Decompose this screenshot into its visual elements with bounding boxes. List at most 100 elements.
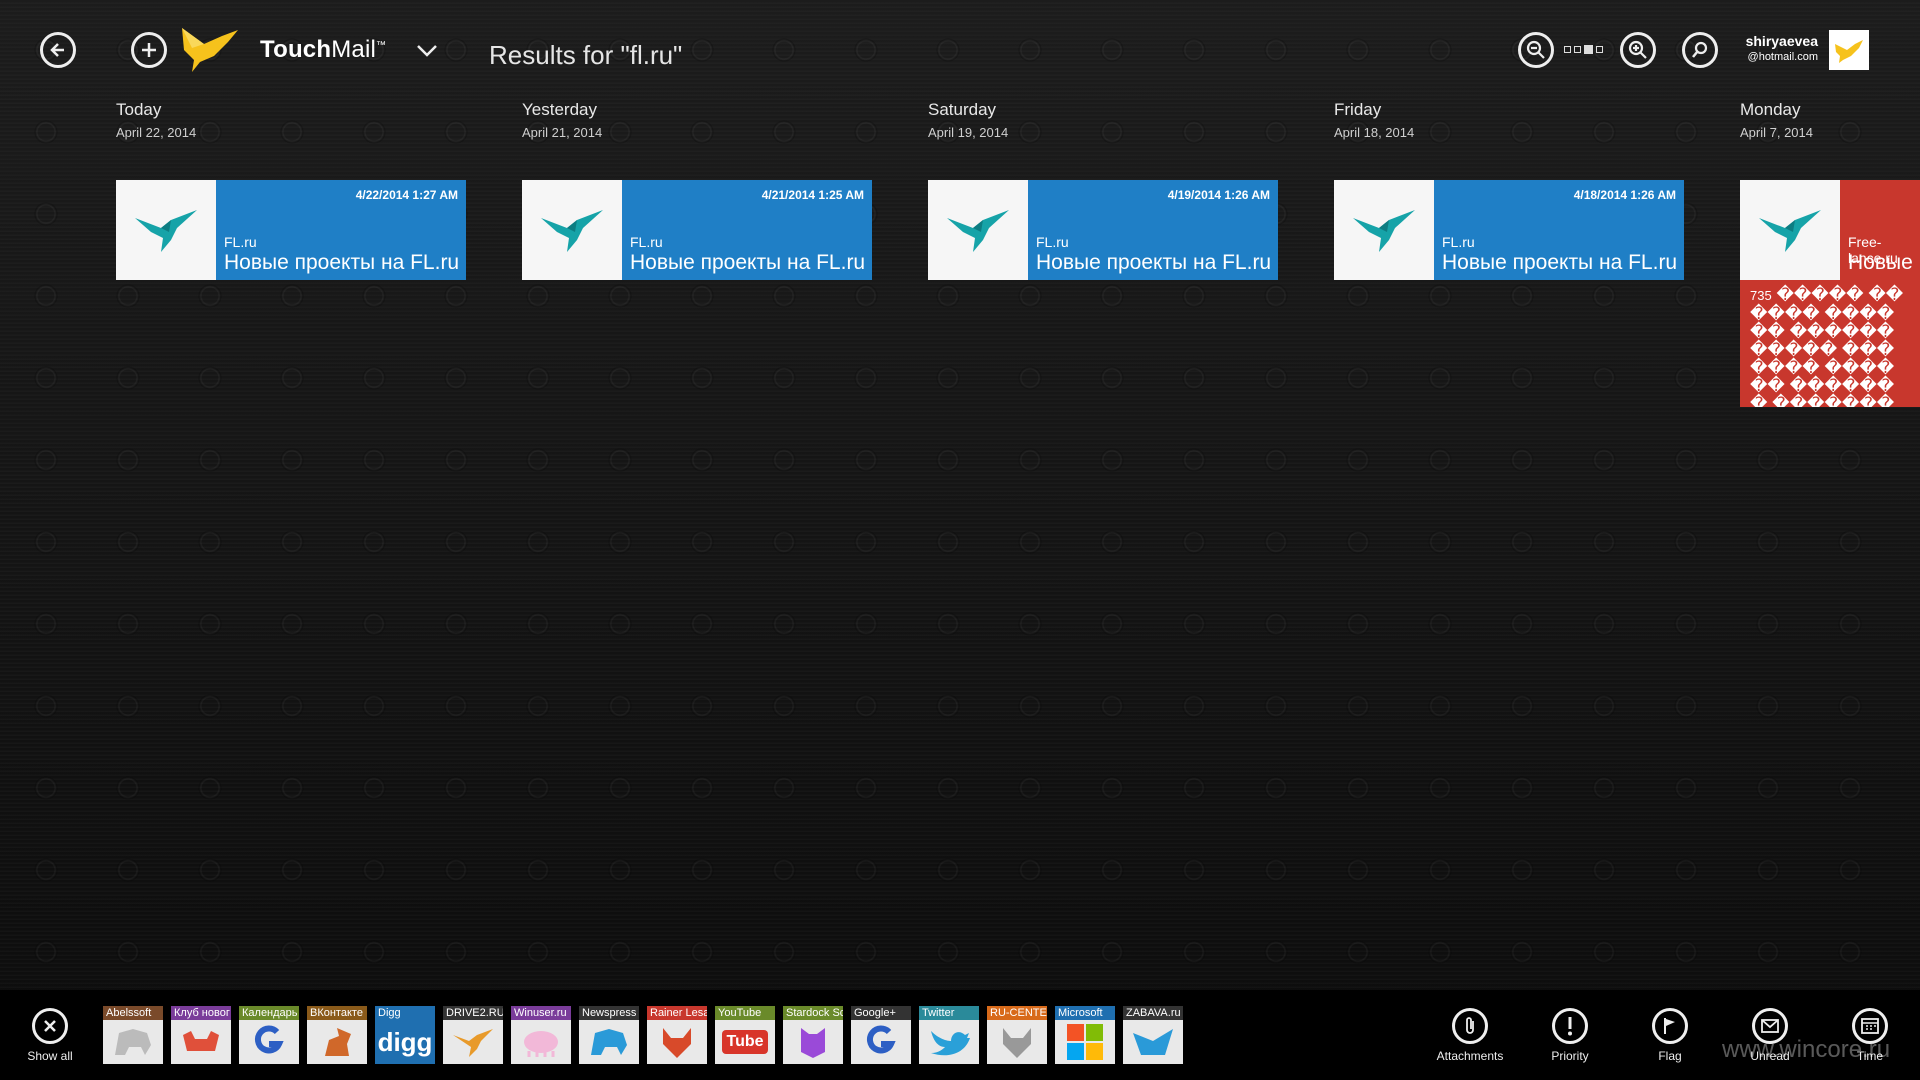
- folder-tile[interactable]: Twitter: [919, 1006, 979, 1064]
- avatar[interactable]: [1829, 30, 1869, 70]
- message-sender: FL.ru: [1442, 234, 1475, 250]
- show-all-button[interactable]: Show all: [10, 1008, 90, 1063]
- hummingbird-icon: [1353, 210, 1415, 252]
- sender-thumbnail: [522, 180, 622, 280]
- folder-tile[interactable]: Winuser.ru: [511, 1006, 571, 1064]
- message-tile[interactable]: 4/21/2014 1:25 AM FL.ru Новые проекты на…: [522, 180, 872, 280]
- account-dropdown-button[interactable]: [416, 44, 438, 63]
- day-name: Yesterday: [522, 100, 597, 119]
- elephant-icon: [579, 1020, 639, 1064]
- message-subject: Новые проекты на FL.ru: [224, 251, 460, 274]
- folder-tile[interactable]: Stardock Sc: [783, 1006, 843, 1064]
- folder-tile[interactable]: Клуб новог: [171, 1006, 231, 1064]
- folder-tile[interactable]: YouTube Tube: [715, 1006, 775, 1064]
- day-column: Saturday April 19, 2014 4/19/2014 1:26 A…: [928, 100, 1278, 280]
- flag-label: Flag: [1658, 1049, 1682, 1063]
- hummingbird-icon: [1759, 210, 1821, 252]
- elephant-icon: [103, 1020, 163, 1064]
- message-preview[interactable]: 735 ����� ������ ������ ����������� ����…: [1740, 280, 1920, 407]
- day-date: April 22, 2014: [116, 125, 197, 140]
- folder-tile[interactable]: RU-CENTER: [987, 1006, 1047, 1064]
- zoom-dot-active: [1584, 45, 1593, 54]
- user-email: @hotmail.com: [1747, 51, 1818, 63]
- hummingbird-icon: [135, 210, 197, 252]
- page-title: Results for "fl.ru": [489, 40, 683, 70]
- message-tile[interactable]: 4/22/2014 1:27 AM FL.ru Новые проекты на…: [116, 180, 466, 280]
- squirrel-icon: [307, 1020, 367, 1064]
- zoom-out-button[interactable]: [1518, 32, 1554, 68]
- zoom-in-icon: [1628, 40, 1647, 59]
- folder-tile[interactable]: ВКонтакте: [307, 1006, 367, 1064]
- day-name: Friday: [1334, 100, 1382, 119]
- folder-tile[interactable]: DRIVE2.RU: [443, 1006, 503, 1064]
- folder-label: ВКонтакте: [307, 1006, 367, 1020]
- user-name: shiryaevea: [1745, 33, 1818, 49]
- folder-tile[interactable]: Newspress: [579, 1006, 639, 1064]
- youtube-icon: Tube: [715, 1020, 775, 1064]
- day-column: Yesterday April 21, 2014 4/21/2014 1:25 …: [522, 100, 872, 280]
- zoom-dot: [1596, 46, 1603, 53]
- message-tile[interactable]: 4/19/2014 1:26 AM FL.ru Новые проекты на…: [928, 180, 1278, 280]
- search-button[interactable]: [1682, 32, 1718, 68]
- touchmail-logo-icon: [178, 22, 240, 79]
- folder-tile[interactable]: Google+: [851, 1006, 911, 1064]
- folder-label: Abelssoft: [103, 1006, 163, 1020]
- back-arrow-icon: [50, 43, 64, 57]
- hummingbird-icon: [541, 210, 603, 252]
- sender-thumbnail: [928, 180, 1028, 280]
- message-tile[interactable]: 4/18/2014 1:26 AM FL.ru Новые проекты на…: [1334, 180, 1684, 280]
- folder-tile[interactable]: Rainer Lesa: [647, 1006, 707, 1064]
- message-time: 4/19/2014 1:26 AM: [1167, 188, 1270, 202]
- attachments-button[interactable]: Attachments: [1430, 1008, 1510, 1063]
- message-sender: FL.ru: [1036, 234, 1069, 250]
- close-icon: [32, 1008, 68, 1044]
- message-time: 4/21/2014 1:25 AM: [761, 188, 864, 202]
- message-tile[interactable]: Free-lance.ru Новые: [1740, 180, 1920, 280]
- pig-icon: [511, 1020, 571, 1064]
- exclamation-icon: [1552, 1008, 1588, 1044]
- folder-tile[interactable]: Abelssoft: [103, 1006, 163, 1064]
- plus-icon: [142, 43, 156, 57]
- folder-tile[interactable]: Digg digg: [375, 1006, 435, 1064]
- message-time: 4/18/2014 1:26 AM: [1573, 188, 1676, 202]
- compose-button[interactable]: [131, 32, 167, 68]
- priority-button[interactable]: Priority: [1530, 1008, 1610, 1063]
- message-sender: FL.ru: [224, 234, 257, 250]
- flag-button[interactable]: Flag: [1630, 1008, 1710, 1063]
- folder-label: Stardock Sc: [783, 1006, 843, 1020]
- zoom-out-icon: [1526, 40, 1545, 59]
- folder-label: Календарь: [239, 1006, 299, 1020]
- day-date: April 19, 2014: [928, 125, 1009, 140]
- priority-label: Priority: [1551, 1049, 1589, 1063]
- zoom-dot: [1564, 46, 1571, 53]
- folder-label: Digg: [375, 1006, 435, 1020]
- zoom-in-button[interactable]: [1620, 32, 1656, 68]
- trademark-mark: ™: [376, 40, 387, 51]
- app-header: TouchMail™ Results for "fl.ru" shiryaeve…: [0, 0, 1920, 100]
- crab-icon: [171, 1020, 231, 1064]
- google-g-icon: [239, 1020, 299, 1064]
- hummingbird-icon: [443, 1020, 503, 1064]
- fox-icon: [987, 1020, 1047, 1064]
- twitter-bird-icon: [919, 1020, 979, 1064]
- google-g-icon: [851, 1020, 911, 1064]
- search-icon: [1692, 41, 1708, 58]
- sender-thumbnail: [1740, 180, 1840, 280]
- origami-boat-icon: [1123, 1020, 1183, 1064]
- folder-label: Newspress: [579, 1006, 639, 1020]
- day-column: Friday April 18, 2014 4/18/2014 1:26 AM …: [1334, 100, 1684, 280]
- back-button[interactable]: [40, 32, 76, 68]
- folder-tile[interactable]: Календарь: [239, 1006, 299, 1064]
- folder-tile[interactable]: Microsoft: [1055, 1006, 1115, 1064]
- app-title-light: Mail: [331, 36, 377, 63]
- folder-tile[interactable]: ZABAVA.ru: [1123, 1006, 1183, 1064]
- day-name: Today: [116, 100, 162, 119]
- day-column: Monday April 7, 2014 Free-lance.ru Новые…: [1740, 100, 1920, 407]
- folder-label: YouTube: [715, 1006, 775, 1020]
- flag-icon: [1652, 1008, 1688, 1044]
- folder-label: Клуб новог: [171, 1006, 231, 1020]
- owl-icon: [783, 1020, 843, 1064]
- user-account[interactable]: shiryaevea @hotmail.com: [1746, 33, 1818, 63]
- day-date: April 21, 2014: [522, 125, 603, 140]
- bird-avatar-icon: [1835, 40, 1863, 63]
